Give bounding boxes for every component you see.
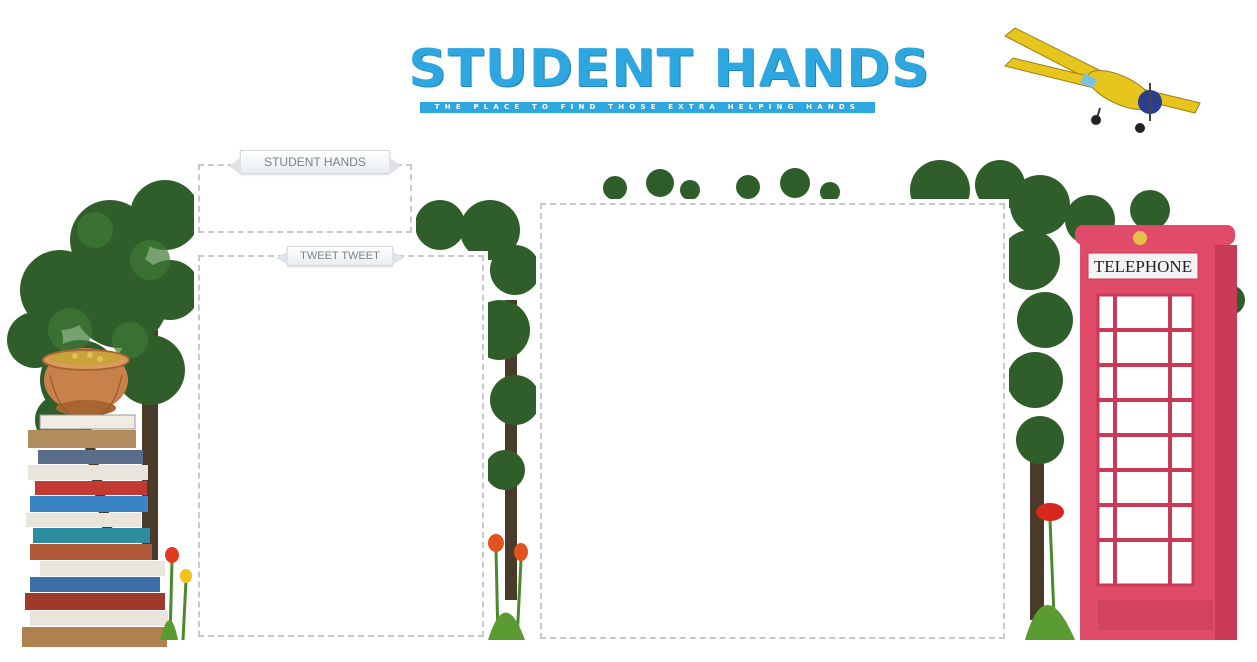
site-tagline: THE PLACE TO FIND THOSE EXTRA HELPING HA… [420, 102, 875, 113]
telephone-box-icon: TELEPHONE [1075, 225, 1237, 640]
tweet-panel-heading: TWEET TWEET [276, 246, 404, 266]
intro-panel-heading: STUDENT HANDS [229, 150, 401, 175]
svg-text:TELEPHONE: TELEPHONE [1094, 257, 1192, 276]
tulip-icon [1025, 503, 1075, 641]
site-logo[interactable]: STUDENT HANDS THE PLACE TO FIND THOSE EX… [408, 40, 929, 113]
tulip-icon [160, 547, 192, 641]
site-title: STUDENT HANDS [408, 39, 931, 99]
left-tree-icon [7, 180, 200, 560]
tulip-icon [488, 534, 528, 641]
book-stack-icon [22, 414, 168, 647]
pot-of-gold-icon [42, 348, 130, 421]
tweet-panel [198, 255, 484, 637]
main-content-panel [540, 203, 1005, 639]
biplane-icon [1004, 27, 1201, 133]
